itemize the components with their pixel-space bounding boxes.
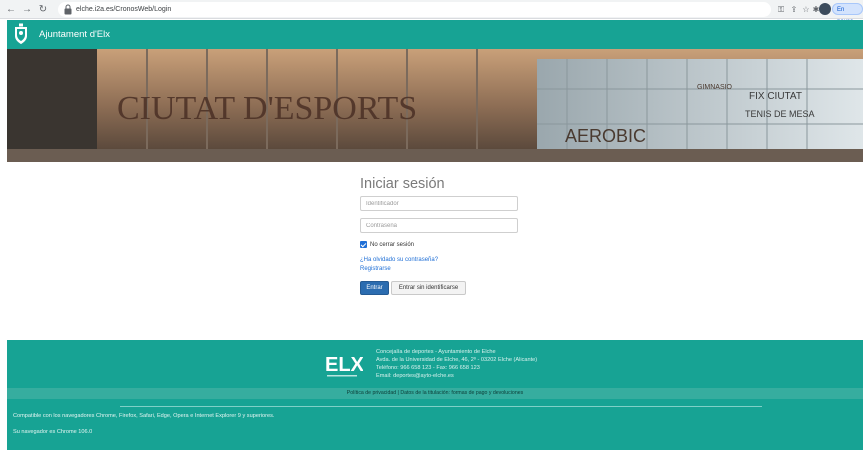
footer-info-line: Avda. de la Universidad de Elche, 46, 2º… <box>376 357 538 363</box>
profile-paused-badge[interactable]: En pausa <box>832 3 863 25</box>
remember-me-label: No cerrar sesión <box>370 241 415 248</box>
brand-name[interactable]: Ajuntament d'Elx <box>39 20 110 49</box>
forward-icon[interactable]: → <box>20 2 34 17</box>
banner-sign-tennis: TENIS DE MESA <box>745 109 815 119</box>
browser-compatibility-text: Compatible con los navegadores Chrome, F… <box>13 413 275 419</box>
back-icon[interactable]: ← <box>4 2 18 17</box>
reload-icon[interactable]: ↻ <box>36 2 50 17</box>
footer-info-line: Concejalía de deportes - Ayuntamiento de… <box>376 349 496 355</box>
banner-title: CIUTAT D'ESPORTS <box>117 90 417 127</box>
username-input[interactable] <box>360 196 518 211</box>
site-header: Ajuntament d'Elx <box>7 20 863 49</box>
banner-sign-aerobic: AEROBIC <box>565 126 646 146</box>
page-title: Iniciar sesión <box>360 176 445 192</box>
current-browser-text: Su navegador es Chrome 106.0 <box>13 429 93 435</box>
login-button[interactable]: Entrar <box>360 281 389 295</box>
footer-info-line[interactable]: Email: deportes@ayto-elche.es <box>376 372 537 380</box>
profile-avatar[interactable] <box>819 3 831 15</box>
banner-image: CIUTAT D'ESPORTS AEROBIC GIMNASIO FIX CI… <box>7 49 863 162</box>
remember-me[interactable]: No cerrar sesión <box>360 240 414 249</box>
footer-contact: ELX Concejalía de deportes - Ayuntamient… <box>7 340 863 388</box>
remember-me-checkbox[interactable] <box>360 241 367 248</box>
elx-logo: ELX <box>325 354 363 377</box>
footer-bottom: Compatible con los navegadores Chrome, F… <box>7 399 863 450</box>
password-input[interactable] <box>360 218 518 233</box>
svg-text:ELX: ELX <box>325 354 363 376</box>
forgot-password-link[interactable]: ¿Ha olvidado su contraseña? <box>360 257 438 263</box>
lock-icon <box>64 4 72 15</box>
footer-links[interactable]: Política de privacidad | Datos de la tit… <box>7 388 863 399</box>
footer-info: Concejalía de deportes - Ayuntamiento de… <box>376 348 537 380</box>
guest-login-button[interactable]: Entrar sin identificarse <box>391 281 466 295</box>
banner-sign-gym: GIMNASIO <box>697 84 733 91</box>
register-link[interactable]: Registrarse <box>360 266 391 272</box>
url-text: elche.i2a.es/CronosWeb/Login <box>76 6 172 13</box>
city-crest-icon[interactable] <box>13 23 29 45</box>
footer-info-line: Teléfono: 966 658 123 - Fax: 966 658 123 <box>376 365 480 371</box>
footer-divider <box>120 406 762 407</box>
hero-banner: CIUTAT D'ESPORTS AEROBIC GIMNASIO FIX CI… <box>7 49 863 162</box>
browser-toolbar: ← → ↻ elche.i2a.es/CronosWeb/Login ⚿ ⇪ ☆… <box>0 0 863 25</box>
address-bar[interactable]: elche.i2a.es/CronosWeb/Login <box>58 2 771 17</box>
share-icon[interactable]: ⇪ <box>788 2 800 17</box>
key-icon[interactable]: ⚿ <box>775 2 787 17</box>
banner-sign-fitness: FIX CIUTAT <box>749 91 802 102</box>
